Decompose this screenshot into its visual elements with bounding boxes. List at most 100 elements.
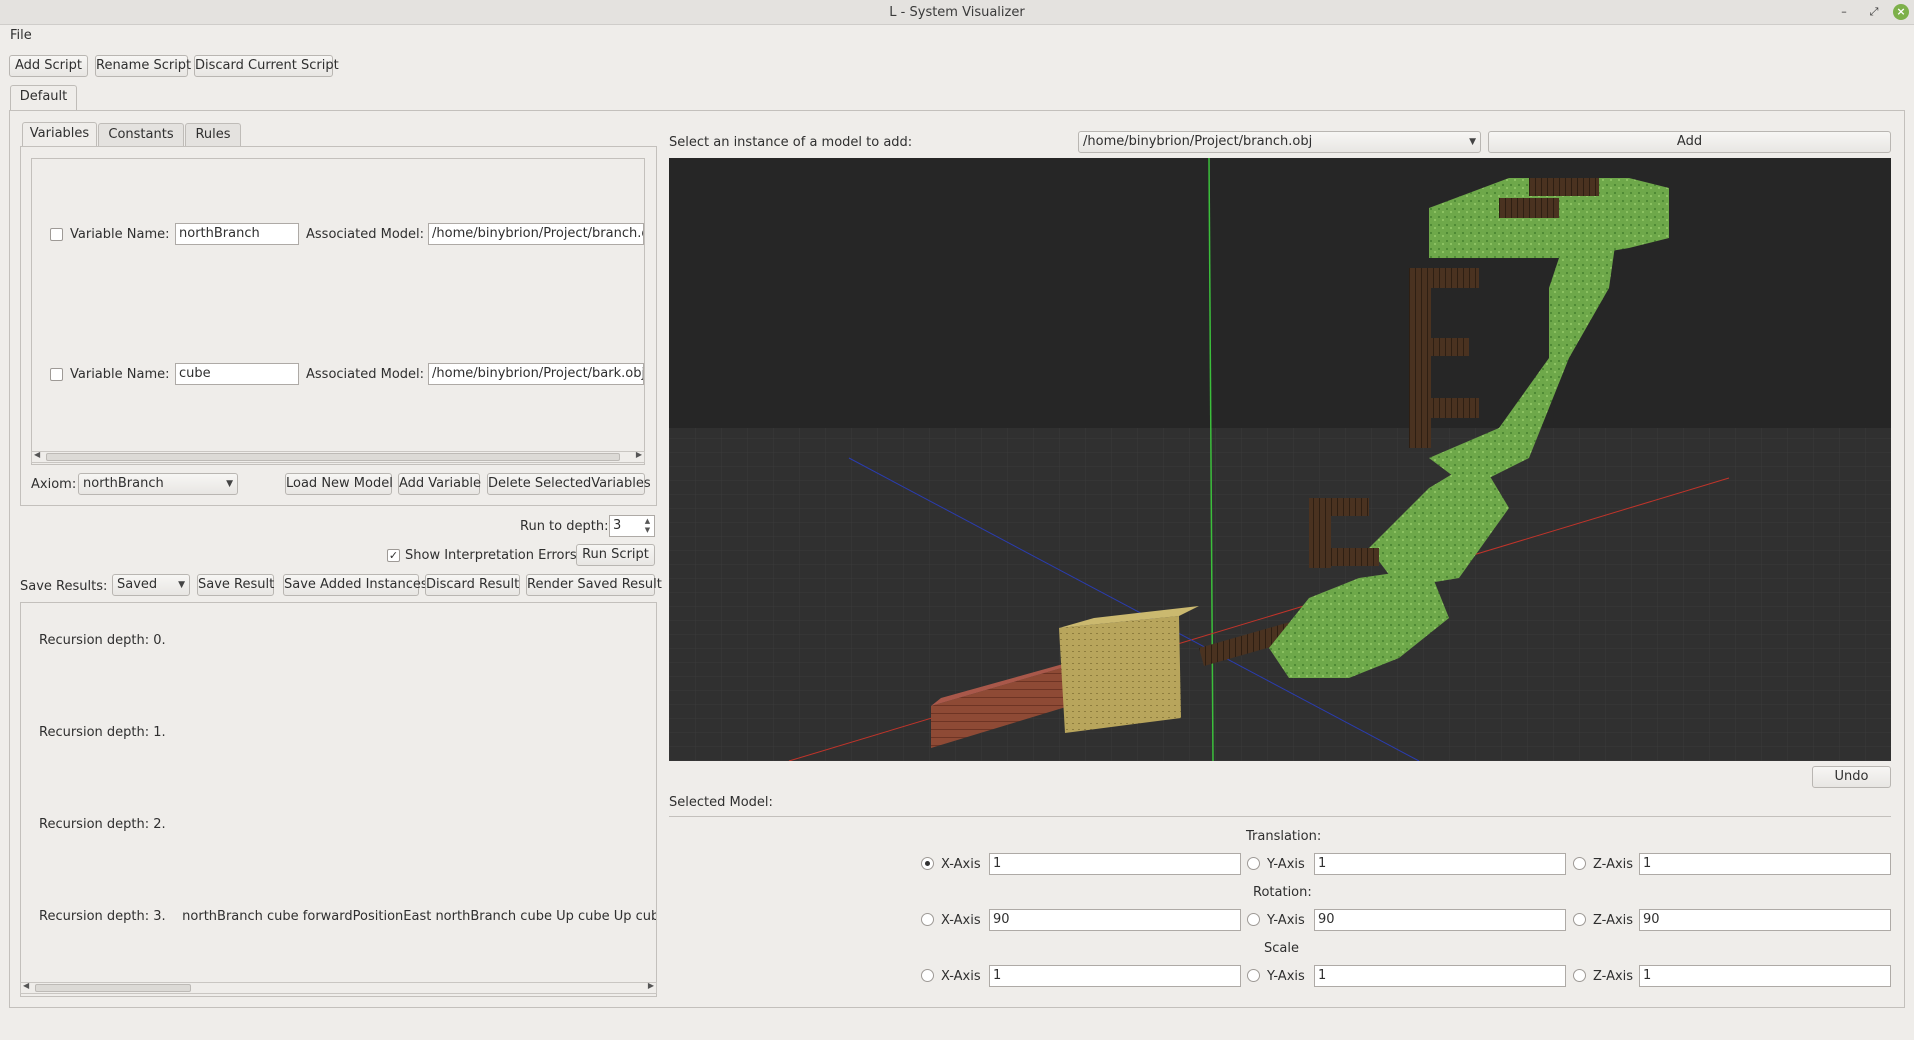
rotation-z-label: Z-Axis — [1593, 913, 1634, 928]
translation-y-label: Y-Axis — [1267, 857, 1305, 872]
translation-x-radio[interactable] — [921, 857, 934, 870]
scale-y-label: Y-Axis — [1267, 969, 1305, 984]
save-results-value: Saved — [117, 577, 158, 592]
menu-bar: File — [0, 25, 1914, 47]
scroll-left-icon[interactable]: ◀ — [34, 450, 40, 459]
title-bar: L - System Visualizer – ⤢ × — [0, 0, 1914, 25]
rename-script-button[interactable]: Rename Script — [95, 55, 191, 77]
run-depth-value: 3 — [613, 518, 622, 533]
output-log-scrollbar[interactable]: ◀ ▶ — [20, 981, 657, 994]
scale-y-radio[interactable] — [1247, 969, 1260, 982]
discard-script-button[interactable]: Discard Current Script — [194, 55, 339, 77]
render-saved-result-button[interactable]: Render Saved Result — [526, 574, 662, 596]
chevron-down-icon: ▼ — [1469, 137, 1476, 147]
discard-result-button[interactable]: Discard Result — [425, 574, 520, 596]
translation-y-radio[interactable] — [1247, 857, 1260, 870]
variable-name-label: Variable Name: — [70, 227, 170, 242]
add-variable-button[interactable]: Add Variable — [398, 473, 481, 495]
divider — [669, 816, 1891, 817]
scale-z-field[interactable]: 1 — [1639, 965, 1891, 987]
associated-model-field[interactable]: /home/binybrion/Project/branch.obj — [428, 223, 644, 245]
scale-label: Scale — [1264, 941, 1299, 956]
rotation-y-radio[interactable] — [1247, 913, 1260, 926]
scale-y-field[interactable]: 1 — [1314, 965, 1566, 987]
add-script-button[interactable]: Add Script — [9, 55, 88, 77]
window-title: L - System Visualizer — [889, 5, 1025, 20]
rotation-x-field[interactable]: 90 — [989, 909, 1241, 931]
run-depth-label: Run to depth: — [520, 519, 609, 534]
minimize-button[interactable]: – — [1836, 4, 1852, 20]
translation-x-label: X-Axis — [941, 857, 981, 872]
show-errors-checkbox[interactable]: ✓ — [387, 549, 400, 562]
associated-model-label: Associated Model: — [306, 367, 425, 382]
axiom-select[interactable]: northBranch ▼ — [78, 473, 238, 495]
scene-render — [669, 158, 1891, 761]
save-results-select[interactable]: Saved ▼ — [112, 574, 190, 596]
output-log[interactable]: Recursion depth: 0. Recursion depth: 1. … — [20, 602, 657, 997]
variable-checkbox[interactable] — [50, 368, 63, 381]
rotation-y-label: Y-Axis — [1267, 913, 1305, 928]
axiom-value: northBranch — [83, 476, 164, 491]
scroll-left-icon[interactable]: ◀ — [23, 981, 29, 990]
tab-variables[interactable]: Variables — [22, 122, 97, 147]
save-result-button[interactable]: Save Result — [197, 574, 274, 596]
axiom-label: Axiom: — [31, 477, 77, 492]
model-select-label: Select an instance of a model to add: — [669, 135, 913, 150]
chevron-down-icon: ▼ — [178, 580, 185, 590]
scroll-thumb[interactable] — [35, 984, 191, 992]
scale-z-radio[interactable] — [1573, 969, 1586, 982]
rotation-y-field[interactable]: 90 — [1314, 909, 1566, 931]
translation-label: Translation: — [1246, 829, 1322, 844]
run-depth-spinbox[interactable]: 3 ▲ ▼ — [609, 515, 655, 537]
variable-name-field[interactable]: northBranch — [175, 223, 299, 245]
tab-constants[interactable]: Constants — [98, 123, 184, 146]
log-line: Recursion depth: 2. — [39, 817, 166, 832]
rotation-z-field[interactable]: 90 — [1639, 909, 1891, 931]
rotation-z-radio[interactable] — [1573, 913, 1586, 926]
add-model-button[interactable]: Add — [1488, 131, 1891, 153]
log-line: Recursion depth: 3. northBranch cube for… — [39, 909, 656, 924]
scale-x-radio[interactable] — [921, 969, 934, 982]
spin-arrows-icon[interactable]: ▲ ▼ — [642, 517, 653, 535]
tab-rules[interactable]: Rules — [185, 123, 241, 146]
translation-y-field[interactable]: 1 — [1314, 853, 1566, 875]
variable-checkbox[interactable] — [50, 228, 63, 241]
translation-z-label: Z-Axis — [1593, 857, 1634, 872]
variable-name-field[interactable]: cube — [175, 363, 299, 385]
scroll-right-icon[interactable]: ▶ — [636, 450, 642, 459]
translation-z-field[interactable]: 1 — [1639, 853, 1891, 875]
show-errors-label: Show Interpretation Errors — [405, 548, 577, 563]
scale-x-field[interactable]: 1 — [989, 965, 1241, 987]
undo-button[interactable]: Undo — [1812, 766, 1891, 788]
variable-list — [31, 158, 645, 465]
variable-name-label: Variable Name: — [70, 367, 170, 382]
scale-z-label: Z-Axis — [1593, 969, 1634, 984]
model-select-value: /home/binybrion/Project/branch.obj — [1083, 134, 1313, 149]
tab-default[interactable]: Default — [10, 85, 77, 110]
menu-file[interactable]: File — [10, 28, 32, 43]
load-new-model-button[interactable]: Load New Model — [285, 473, 393, 495]
run-script-button[interactable]: Run Script — [576, 544, 655, 566]
rotation-x-label: X-Axis — [941, 913, 981, 928]
delete-selected-variables-button[interactable]: Delete SelectedVariables — [487, 473, 651, 495]
rotation-label: Rotation: — [1253, 885, 1312, 900]
translation-z-radio[interactable] — [1573, 857, 1586, 870]
selected-model-label: Selected Model: — [669, 795, 773, 810]
scroll-right-icon[interactable]: ▶ — [648, 981, 654, 990]
restore-button[interactable]: ⤢ — [1866, 4, 1882, 20]
model-select[interactable]: /home/binybrion/Project/branch.obj ▼ — [1078, 131, 1481, 153]
3d-viewport[interactable] — [669, 158, 1891, 761]
rotation-x-radio[interactable] — [921, 913, 934, 926]
log-line: Recursion depth: 0. — [39, 633, 166, 648]
translation-x-field[interactable]: 1 — [989, 853, 1241, 875]
variable-list-scrollbar[interactable]: ◀ ▶ — [31, 450, 645, 463]
close-button[interactable]: × — [1893, 4, 1909, 20]
chevron-down-icon: ▼ — [226, 479, 233, 489]
log-line: Recursion depth: 1. — [39, 725, 166, 740]
save-results-label: Save Results: — [20, 579, 108, 594]
associated-model-label: Associated Model: — [306, 227, 425, 242]
associated-model-field[interactable]: /home/binybrion/Project/bark.obj — [428, 363, 644, 385]
scale-x-label: X-Axis — [941, 969, 981, 984]
scroll-thumb[interactable] — [46, 453, 620, 461]
save-added-instances-button[interactable]: Save Added Instances — [283, 574, 428, 596]
